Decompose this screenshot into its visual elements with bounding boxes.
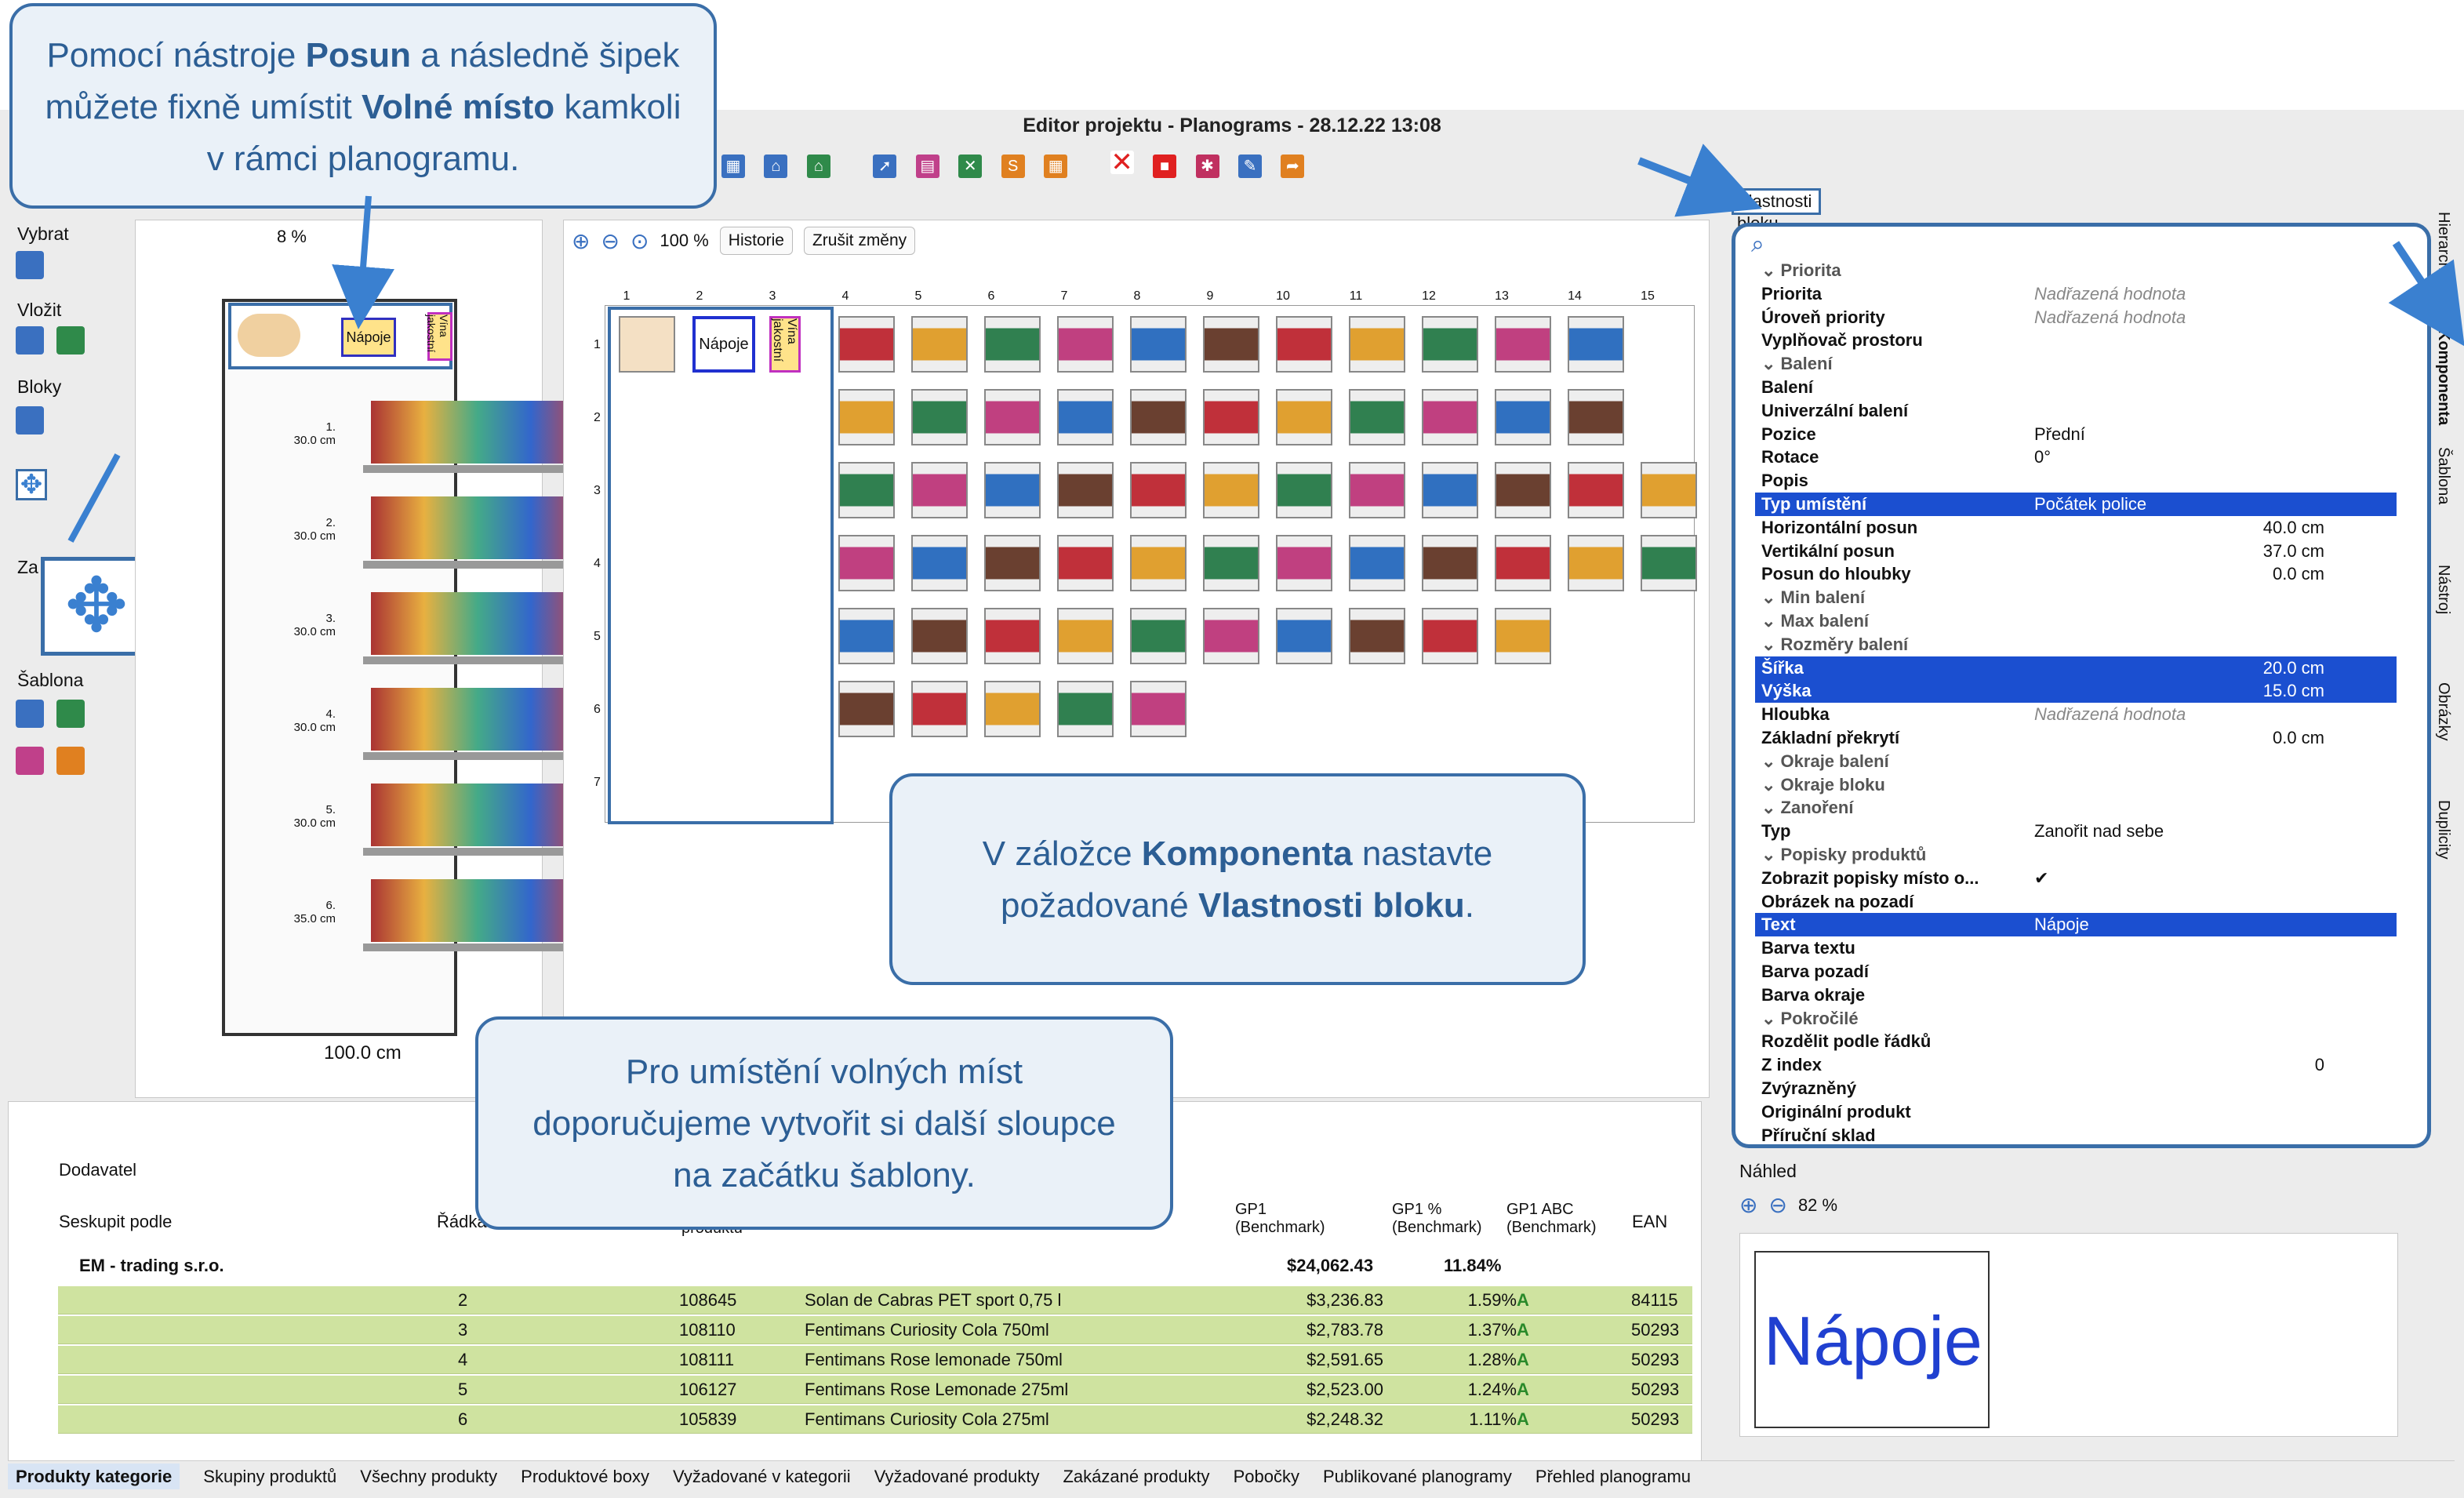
- arrow-to-move: [67, 453, 121, 543]
- arrow-to-mini-block: [332, 195, 394, 329]
- arrow-to-properties: [1637, 144, 1762, 217]
- arrow-to-komponenta: [2388, 241, 2464, 347]
- annotation-arrows: [67, 144, 2464, 543]
